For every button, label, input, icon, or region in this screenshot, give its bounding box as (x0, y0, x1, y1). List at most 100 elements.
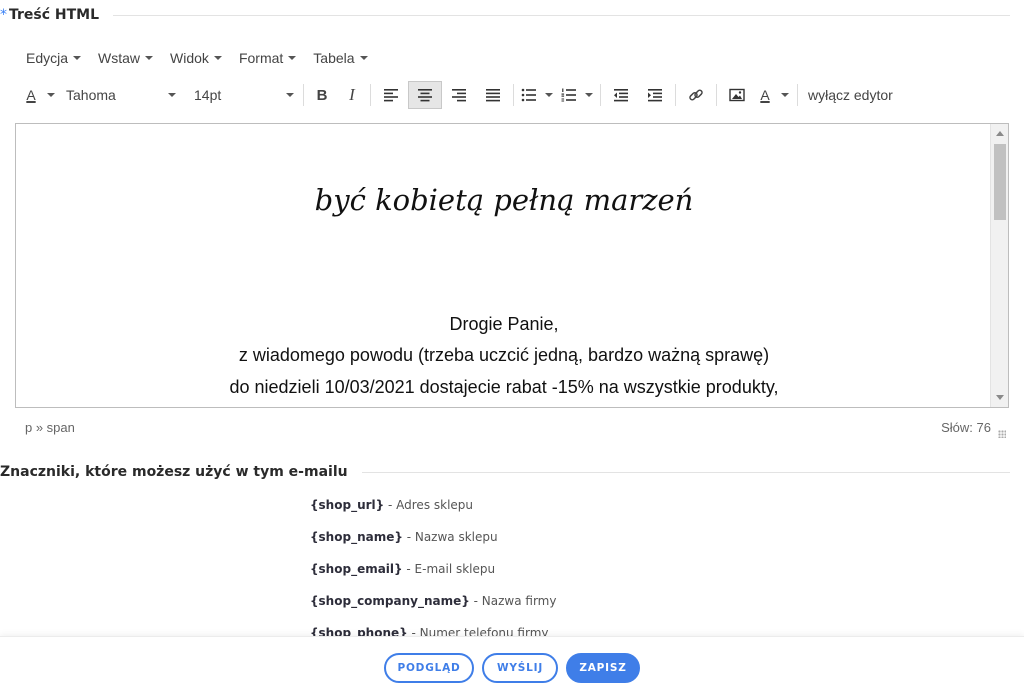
italic-button[interactable]: I (337, 81, 367, 109)
toolbar-separator (716, 84, 717, 106)
send-button[interactable]: WYŚLIJ (482, 653, 558, 683)
caret-down-icon (359, 56, 368, 60)
message-line: z wiadomego powodu (trzeba uczcić jedną,… (238, 345, 770, 365)
align-left-button[interactable] (374, 81, 408, 109)
logo-image: być kobietą pełną marzeń (315, 183, 694, 217)
align-left-icon (384, 89, 398, 102)
indent-icon (648, 89, 662, 102)
insert-link-button[interactable] (679, 81, 713, 109)
tag-code: {shop_email} (310, 562, 403, 576)
align-center-icon (418, 89, 432, 102)
preview-button[interactable]: PODGLĄD (384, 653, 474, 683)
message-line: Drogie Panie, (449, 314, 559, 334)
numbered-list-icon (561, 88, 576, 102)
editor-statusbar: p » span Słów: 76 (15, 412, 1009, 442)
logo-text: być kobietą pełną marzeń (315, 183, 694, 217)
editor-content[interactable]: być kobietą pełną marzeń Drogie Panie, z… (16, 124, 992, 407)
caret-down-icon (585, 93, 593, 97)
rich-text-editor[interactable]: być kobietą pełną marzeń Drogie Panie, z… (15, 123, 1009, 408)
required-mark: * (0, 7, 7, 23)
menu-edit-label: Edycja (26, 50, 69, 66)
text-color-icon: A (760, 87, 770, 103)
menu-view-label: Widok (170, 50, 209, 66)
bullet-list-button[interactable] (517, 81, 541, 109)
editor-scrollbar[interactable] (990, 124, 1008, 407)
font-color-button[interactable]: A (20, 81, 42, 109)
disable-editor-button[interactable]: wyłącz edytor (801, 81, 900, 109)
disable-editor-label: wyłącz edytor (808, 87, 893, 103)
italic-icon: I (349, 85, 355, 104)
caret-down-icon (145, 56, 154, 60)
scroll-thumb[interactable] (994, 144, 1006, 220)
toolbar-separator (303, 84, 304, 106)
editor-toolbar: A Tahoma 14pt B I A wyłącz edytor (20, 80, 900, 110)
menu-format-label: Format (238, 50, 284, 66)
font-size-value: 14pt (194, 87, 222, 103)
outdent-button[interactable] (604, 81, 638, 109)
action-footer: PODGLĄD WYŚLIJ ZAPISZ (0, 636, 1024, 686)
tag-description: - E-mail sklepu (402, 562, 496, 576)
align-justify-button[interactable] (476, 81, 510, 109)
font-family-select[interactable]: Tahoma (60, 81, 182, 109)
list-item: {shop_email} - E-mail sklepu (310, 562, 556, 594)
caret-down-icon (213, 56, 222, 60)
text-color-dropdown[interactable] (776, 81, 794, 109)
align-right-button[interactable] (442, 81, 476, 109)
tags-section-header: Znaczniki, które możesz użyć w tym e-mai… (0, 464, 1010, 480)
font-color-dropdown[interactable] (42, 81, 60, 109)
link-icon (689, 89, 703, 101)
menu-view[interactable]: Widok (170, 50, 222, 66)
numbered-list-dropdown[interactable] (581, 81, 597, 109)
scroll-down-icon[interactable] (996, 395, 1004, 400)
numbered-list-button[interactable] (557, 81, 581, 109)
list-item: {shop_url} - Adres sklepu (310, 498, 556, 530)
toolbar-separator (513, 84, 514, 106)
insert-image-button[interactable] (720, 81, 754, 109)
caret-down-icon (545, 93, 553, 97)
save-button[interactable]: ZAPISZ (566, 653, 640, 683)
scroll-up-icon[interactable] (996, 131, 1004, 136)
word-count: Słów: 76 (941, 420, 991, 435)
align-center-button[interactable] (408, 81, 442, 109)
caret-down-icon (286, 93, 294, 97)
tag-code: {shop_name} (310, 530, 403, 544)
image-icon (729, 88, 745, 102)
bullet-list-dropdown[interactable] (541, 81, 557, 109)
menu-edit[interactable]: Edycja (26, 50, 82, 66)
align-justify-icon (486, 89, 500, 102)
outdent-icon (614, 89, 628, 102)
section-title-text: Treść HTML (9, 7, 100, 23)
caret-down-icon (47, 93, 55, 97)
tag-code: {shop_url} (310, 498, 385, 512)
menu-format[interactable]: Format (238, 50, 297, 66)
bold-button[interactable]: B (307, 81, 337, 109)
toolbar-separator (370, 84, 371, 106)
section-divider (113, 14, 1010, 16)
content-section-header: * Treść HTML (0, 7, 1010, 23)
font-color-icon: A (26, 87, 36, 103)
tag-list: {shop_url} - Adres sklepu {shop_name} - … (310, 498, 556, 658)
list-item: {shop_company_name} - Nazwa firmy (310, 594, 556, 626)
text-color-button[interactable]: A (754, 81, 776, 109)
font-size-select[interactable]: 14pt (188, 81, 300, 109)
bullet-list-icon (521, 88, 536, 102)
menu-table[interactable]: Tabela (313, 50, 368, 66)
section-title: * Treść HTML (0, 7, 113, 23)
menu-table-label: Tabela (313, 50, 355, 66)
editor-menubar: Edycja Wstaw Widok Format Tabela (26, 50, 368, 66)
tag-description: - Adres sklepu (384, 498, 474, 512)
bold-icon: B (316, 86, 328, 104)
menu-insert[interactable]: Wstaw (98, 50, 154, 66)
indent-button[interactable] (638, 81, 672, 109)
menu-insert-label: Wstaw (98, 50, 141, 66)
caret-down-icon (168, 93, 176, 97)
element-path[interactable]: p » span (25, 420, 75, 435)
tags-section-title: Znaczniki, które możesz użyć w tym e-mai… (0, 464, 348, 480)
message-line: do niedzieli 10/03/2021 dostajecie rabat… (229, 377, 779, 397)
resize-handle-icon[interactable] (998, 430, 1006, 438)
tag-description: - Nazwa firmy (469, 594, 557, 608)
tag-description: - Nazwa sklepu (402, 530, 498, 544)
newsletter-logo: być kobietą pełną marzeń (16, 164, 992, 241)
caret-down-icon (288, 56, 297, 60)
font-family-value: Tahoma (66, 87, 116, 103)
